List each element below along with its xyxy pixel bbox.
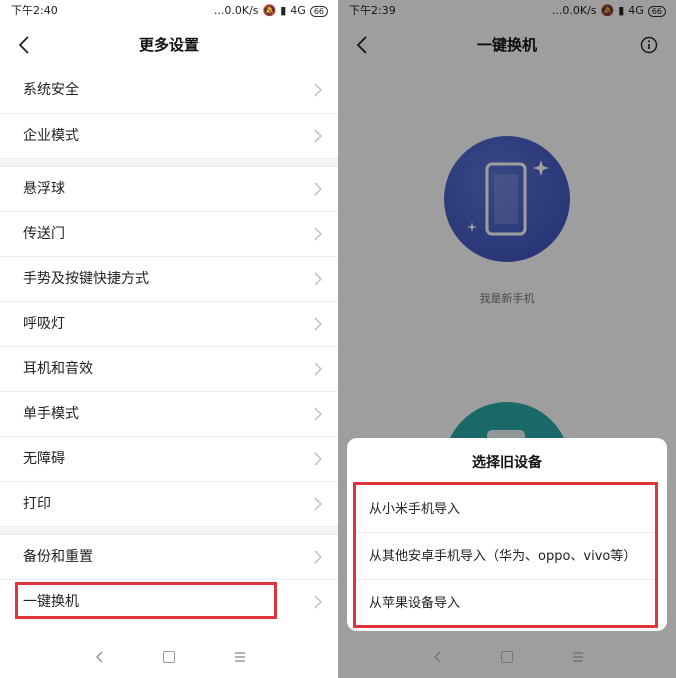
system-nav-bar bbox=[338, 636, 676, 678]
nav-menu-icon[interactable] bbox=[572, 651, 584, 663]
chevron-right-icon bbox=[314, 272, 322, 286]
chevron-right-icon bbox=[314, 182, 322, 196]
battery-icon: 66 bbox=[309, 5, 328, 17]
nav-home-icon[interactable] bbox=[163, 651, 175, 663]
chevron-right-icon bbox=[314, 227, 322, 241]
top-bar: 更多设置 bbox=[0, 22, 338, 68]
settings-item[interactable]: 打印 bbox=[0, 481, 338, 526]
nav-menu-icon[interactable] bbox=[234, 651, 246, 663]
section-divider bbox=[0, 158, 338, 166]
chevron-right-icon bbox=[314, 317, 322, 331]
status-time: 下午2:40 bbox=[11, 4, 58, 17]
chevron-right-icon bbox=[314, 497, 322, 511]
mute-icon: 🔕 bbox=[262, 4, 277, 17]
more-settings-screen: 下午2:40 ...0.0K/s 🔕 ▮ 4G 66 更多设置 系统安全 企业模… bbox=[0, 0, 338, 678]
highlight-box bbox=[353, 482, 658, 628]
system-nav-bar bbox=[0, 636, 338, 678]
status-bar: 下午2:40 ...0.0K/s 🔕 ▮ 4G 66 bbox=[0, 0, 338, 22]
settings-item[interactable]: 手势及按键快捷方式 bbox=[0, 256, 338, 301]
settings-item[interactable]: 单手模式 bbox=[0, 391, 338, 436]
settings-list: 系统安全 企业模式 悬浮球 传送门 手势及按键快捷方式 呼吸灯 耳机和音效 单手… bbox=[0, 68, 338, 624]
highlight-box bbox=[15, 582, 277, 619]
chevron-right-icon bbox=[314, 362, 322, 376]
chevron-right-icon bbox=[314, 83, 322, 97]
settings-item[interactable]: 呼吸灯 bbox=[0, 301, 338, 346]
network-type: 4G bbox=[290, 4, 306, 17]
network-speed: ...0.0K/s bbox=[213, 4, 259, 17]
settings-item[interactable]: 传送门 bbox=[0, 211, 338, 256]
phone-clone-screen: 下午2:39 ...0.0K/s 🔕 ▮ 4G 66 一键换机 我是新手机 选择… bbox=[338, 0, 676, 678]
nav-home-icon[interactable] bbox=[501, 651, 513, 663]
nav-back-icon[interactable] bbox=[94, 650, 106, 664]
chevron-right-icon bbox=[314, 550, 322, 564]
settings-item[interactable]: 无障碍 bbox=[0, 436, 338, 481]
chevron-right-icon bbox=[314, 595, 322, 609]
sheet-title: 选择旧设备 bbox=[472, 455, 542, 471]
settings-item[interactable]: 耳机和音效 bbox=[0, 346, 338, 391]
signal-icon: ▮ bbox=[280, 4, 287, 17]
chevron-right-icon bbox=[314, 407, 322, 421]
section-divider bbox=[0, 526, 338, 534]
settings-item[interactable]: 企业模式 bbox=[0, 113, 338, 158]
settings-item[interactable]: 备份和重置 bbox=[0, 534, 338, 579]
page-title: 更多设置 bbox=[138, 36, 199, 54]
settings-item[interactable]: 悬浮球 bbox=[0, 166, 338, 211]
chevron-right-icon bbox=[314, 452, 322, 466]
chevron-right-icon bbox=[314, 129, 322, 143]
nav-back-icon[interactable] bbox=[432, 650, 444, 664]
settings-item[interactable]: 系统安全 bbox=[0, 68, 338, 113]
